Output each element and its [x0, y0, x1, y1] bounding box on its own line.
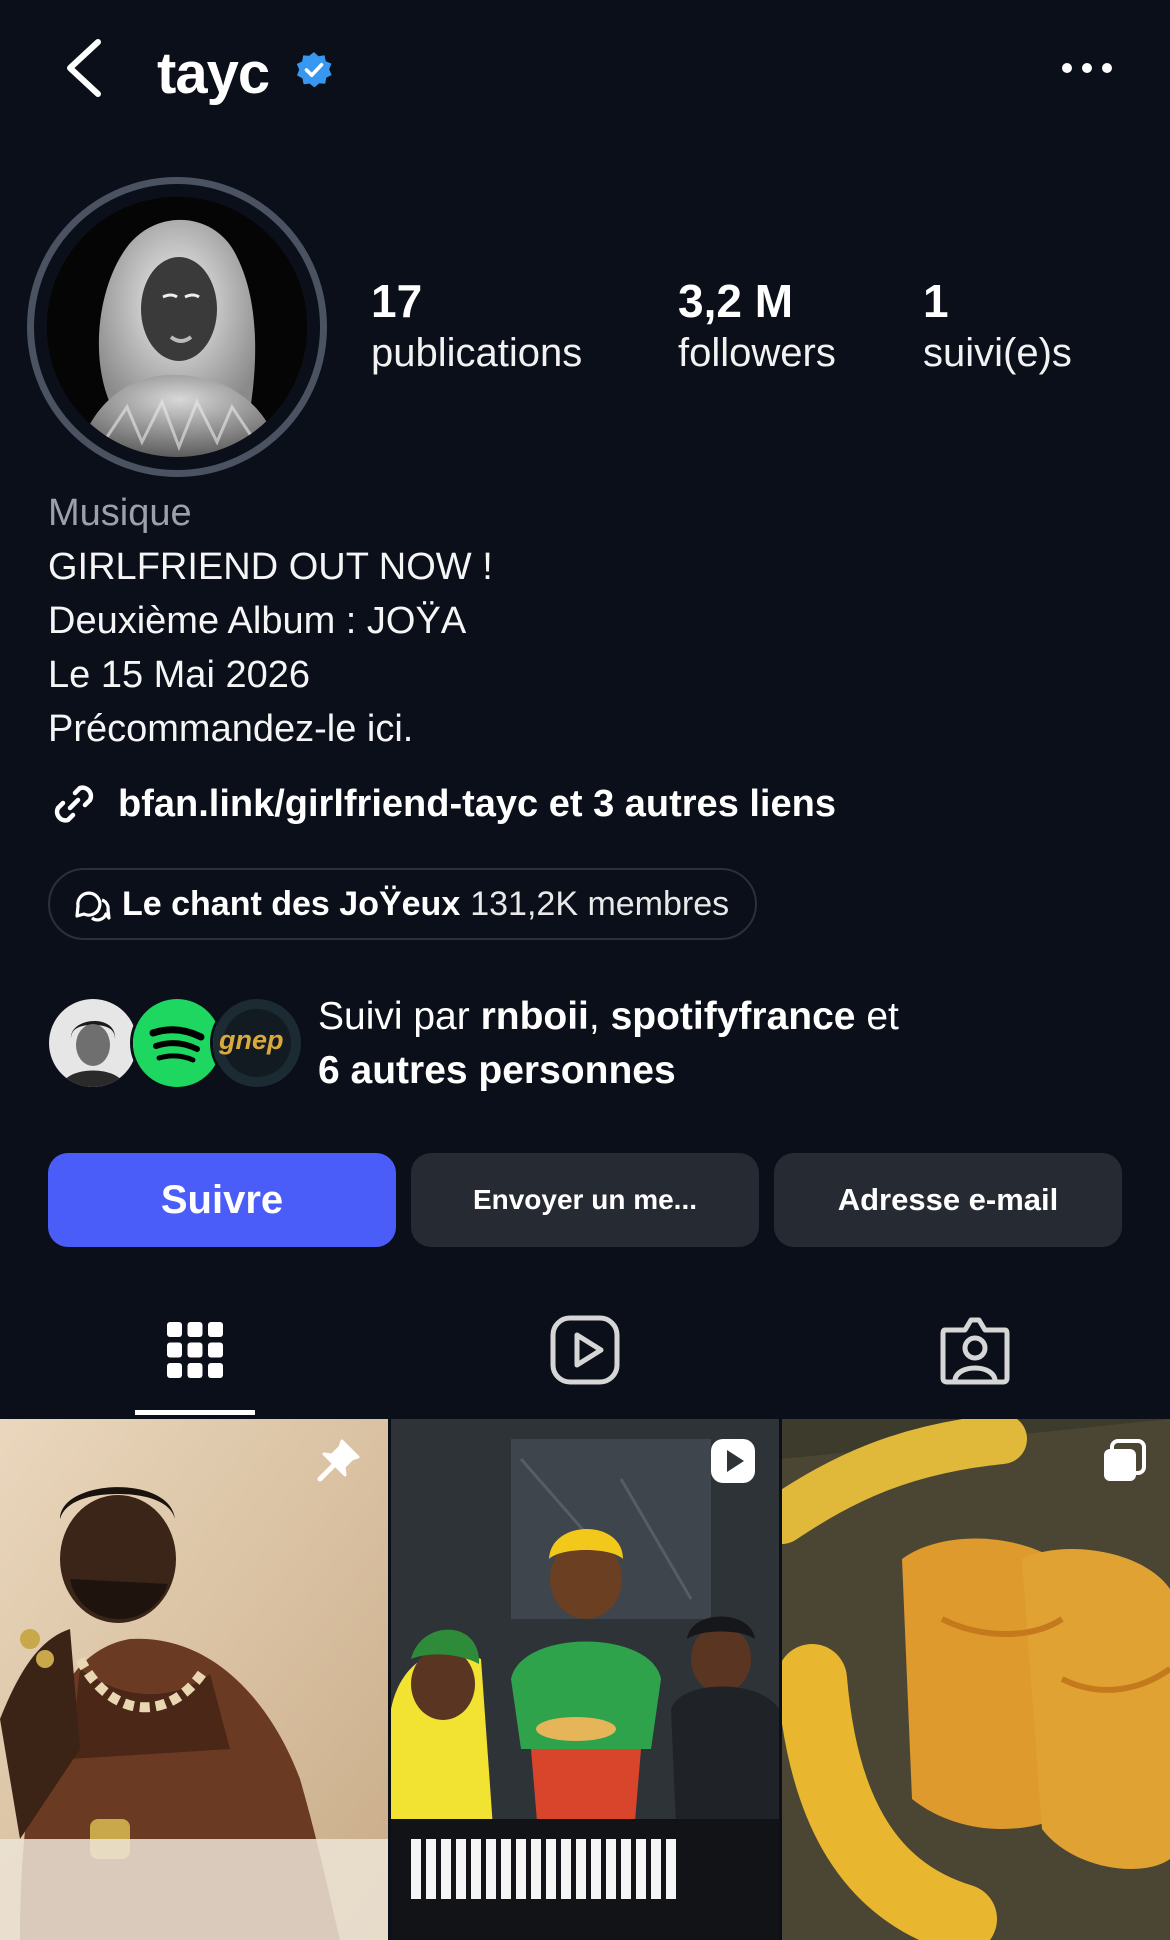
- verified-badge-icon: [294, 50, 334, 90]
- tab-posts-grid[interactable]: [155, 1310, 235, 1390]
- active-tab-indicator: [135, 1410, 255, 1415]
- carousel-icon: [1098, 1435, 1150, 1487]
- tab-tagged[interactable]: [935, 1310, 1015, 1390]
- more-options-button[interactable]: [1060, 58, 1114, 78]
- profile-category: Musique: [48, 492, 192, 534]
- followed-by-prefix: Suivi par: [318, 995, 481, 1038]
- stat-publications[interactable]: 17 publications: [371, 275, 582, 379]
- channel-members: 131,2K membres: [470, 884, 730, 923]
- followed-by-text[interactable]: Suivi par rnboii, spotifyfrance et 6 aut…: [318, 990, 899, 1098]
- channel-chat-icon: [75, 891, 111, 922]
- bio-line: Le 15 Mai 2026: [48, 654, 310, 696]
- stat-following[interactable]: 1 suivi(e)s: [923, 275, 1072, 379]
- chevron-left-icon: [67, 39, 101, 97]
- channel-name: Le chant des JoŸeux: [122, 884, 461, 923]
- stat-label: suivi(e)s: [923, 331, 1072, 375]
- post-image: [391, 1419, 779, 1940]
- stat-label: followers: [678, 331, 836, 375]
- reel-icon: [707, 1435, 759, 1487]
- mutual-avatar[interactable]: [46, 996, 140, 1090]
- mutual-user-link[interactable]: rnboii: [481, 995, 589, 1038]
- mutual-others-link[interactable]: 6 autres personnes: [318, 1049, 676, 1092]
- stat-value: 17: [371, 275, 423, 327]
- bio-line: Deuxième Album : JOŸA: [48, 600, 467, 642]
- bio-line: GIRLFRIEND OUT NOW !: [48, 546, 493, 588]
- post-tile[interactable]: [391, 1419, 779, 1940]
- message-button[interactable]: Envoyer un me...: [411, 1153, 759, 1247]
- tagged-person-icon: [940, 1317, 1010, 1385]
- profile-photo-image: [47, 197, 307, 457]
- reels-icon: [550, 1315, 620, 1385]
- followed-by-separator: ,: [588, 995, 611, 1038]
- mutual-avatar-image: [49, 999, 137, 1087]
- follow-button[interactable]: Suivre: [48, 1153, 396, 1247]
- back-button[interactable]: [58, 36, 110, 100]
- mutual-user-link[interactable]: spotifyfrance: [611, 995, 856, 1038]
- stat-value: 3,2 M: [678, 275, 794, 327]
- stat-value: 1: [923, 275, 949, 327]
- pinned-icon: [312, 1435, 364, 1487]
- post-image: [0, 1419, 388, 1940]
- stat-followers[interactable]: 3,2 M followers: [678, 275, 836, 379]
- bio-link-text: bfan.link/girlfriend-tayc et 3 autres li…: [118, 782, 836, 825]
- bio-link[interactable]: bfan.link/girlfriend-tayc et 3 autres li…: [48, 775, 836, 833]
- stat-label: publications: [371, 331, 583, 375]
- mutual-avatar-logo-text: gnep: [219, 1025, 284, 1055]
- mutual-avatar[interactable]: gnep: [210, 996, 304, 1090]
- link-icon: [54, 785, 94, 823]
- more-horizontal-icon: [1062, 63, 1112, 73]
- followed-by-suffix: et: [855, 995, 899, 1038]
- post-tile[interactable]: [782, 1419, 1170, 1940]
- profile-username: tayc: [157, 41, 270, 106]
- bio-line: Précommandez-le ici.: [48, 708, 414, 750]
- spotify-logo-icon: [133, 999, 221, 1087]
- broadcast-channel-chip[interactable]: Le chant des JoŸeux 131,2K membres: [48, 868, 758, 940]
- post-tile[interactable]: [0, 1419, 388, 1940]
- tab-reels[interactable]: [545, 1310, 625, 1390]
- post-image: [782, 1419, 1170, 1940]
- grid-icon: [167, 1322, 223, 1378]
- profile-avatar[interactable]: [47, 197, 307, 457]
- email-button[interactable]: Adresse e-mail: [774, 1153, 1122, 1247]
